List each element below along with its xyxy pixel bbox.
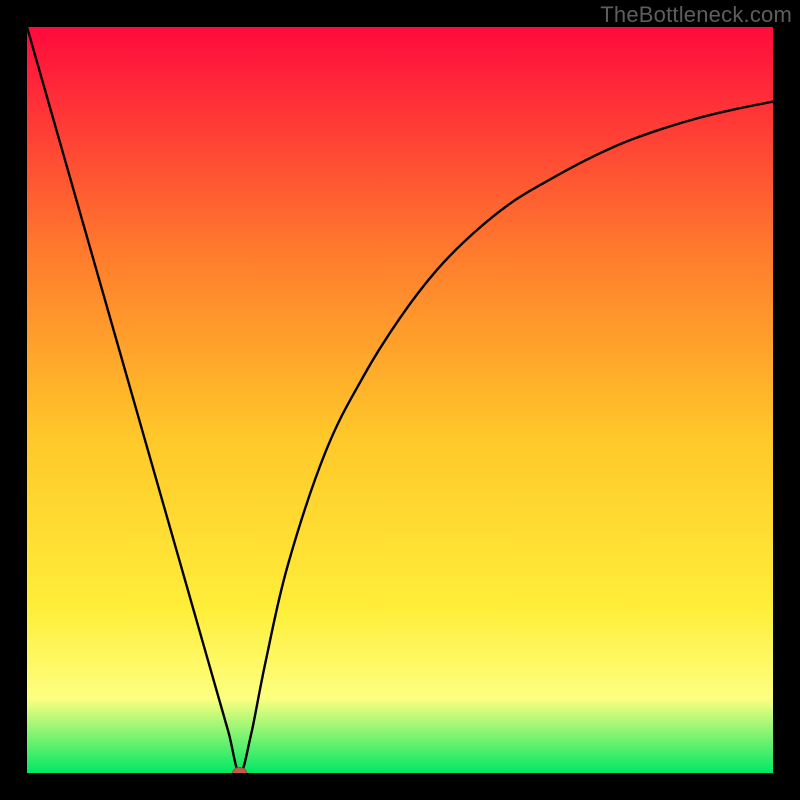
watermark-text: TheBottleneck.com xyxy=(600,2,792,28)
bottleneck-plot-svg xyxy=(27,27,773,773)
plot-area xyxy=(27,27,773,773)
chart-frame: TheBottleneck.com xyxy=(0,0,800,800)
gradient-background xyxy=(27,27,773,773)
